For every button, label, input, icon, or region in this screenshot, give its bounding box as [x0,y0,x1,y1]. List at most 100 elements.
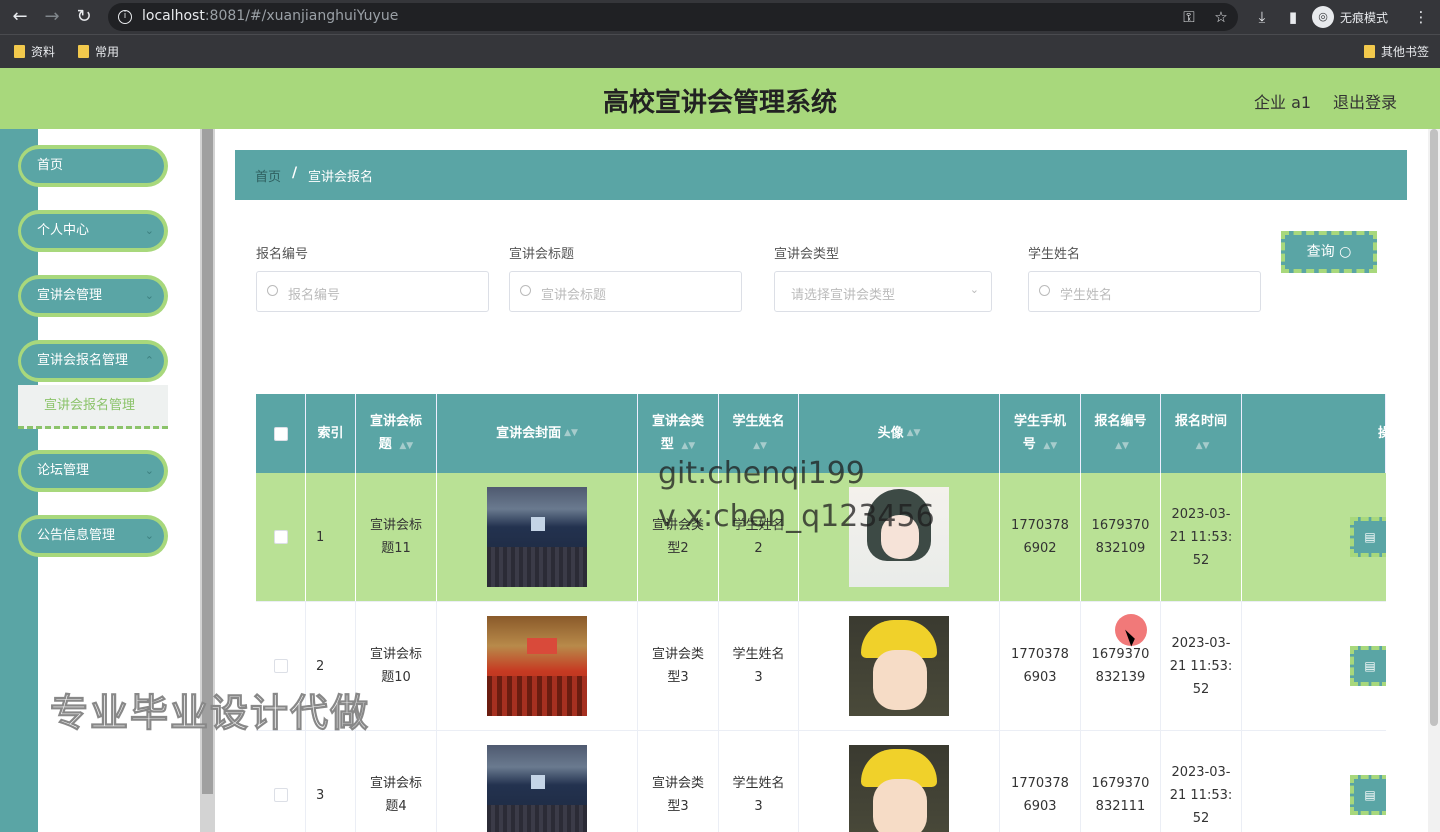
sidebar-item-event-management[interactable]: 宣讲会管理 ⌄ [18,275,168,317]
key-icon[interactable]: ⚿ [1178,6,1200,28]
breadcrumb-home[interactable]: 首页 [255,166,281,185]
download-icon[interactable]: ⤓ [1251,6,1273,28]
cell-student: 学生姓名2 [719,473,799,601]
cell-time: 2023-03-21 11:53:52 [1161,473,1242,601]
header-select-all[interactable] [256,394,306,473]
breadcrumb: 首页 / 宣讲会报名 [235,150,1407,200]
filter-label-reg-no: 报名编号 [256,247,309,262]
sort-icon: ▲▼ [564,428,578,438]
avatar [849,616,949,716]
bookmarks-bar: 资料 常用 其他书签 [0,34,1440,68]
row-checkbox[interactable] [273,659,288,673]
url-text: localhost:8081/#/xuanjianghuiYuyue [142,8,399,24]
back-icon[interactable]: ← [8,5,32,29]
address-bar-area: ← → ↻ i localhost:8081/#/xuanjianghuiYuy… [0,0,1440,34]
header-index: 索引 [306,394,356,473]
cell-type: 宣讲会类型2 [638,473,719,601]
user-name: 企业 a1 [1254,93,1312,112]
sort-icon: ▲▼ [399,440,414,451]
row-checkbox[interactable] [273,530,288,544]
header-phone[interactable]: 学生手机号 ▲▼ [1000,394,1081,473]
cell-type: 宣讲会类型3 [638,602,719,730]
reg-no-input[interactable]: 报名编号 [256,271,489,312]
detail-button[interactable]: ▤ [1350,775,1386,815]
folder-icon [1364,45,1375,58]
sort-icon: ▲▼ [906,428,921,438]
incognito-badge[interactable]: ◎ 无痕模式 [1312,5,1388,29]
cell-phone: 17703786903 [1000,731,1081,832]
menu-dots-icon[interactable]: ⋮ [1410,6,1432,28]
incognito-icon: ◎ [1312,6,1334,28]
type-select[interactable]: 请选择宣讲会类型 ⌄ [774,271,992,312]
table-row[interactable]: 2 宣讲会标题10 宣讲会类型3 学生姓名3 17703786903 16793… [256,602,1386,731]
sort-icon: ▲▼ [753,440,767,451]
filter-label-type: 宣讲会类型 [774,247,840,262]
forward-icon[interactable]: → [40,5,64,29]
sort-icon: ▲▼ [1115,440,1129,451]
cell-index: 3 [306,731,356,832]
query-button[interactable]: 查询 ○ [1281,231,1377,273]
row-checkbox[interactable] [273,788,288,802]
document-icon: ▤ [1364,530,1376,544]
cell-title: 宣讲会标题4 [356,731,437,832]
header-time[interactable]: 报名时间 ▲▼ [1161,394,1242,473]
chevron-up-icon: ⌃ [144,354,154,367]
sidebar-item-announcements[interactable]: 公告信息管理 ⌄ [18,515,168,557]
sidepanel-icon[interactable]: ▮ [1282,6,1304,28]
site-info-icon[interactable]: i [118,10,132,24]
cell-time: 2023-03-21 11:53:52 [1161,602,1242,730]
watermark-contact: v x:chen_q123456 [658,499,935,534]
avatar [849,745,949,832]
detail-button[interactable]: ▤ [1350,517,1386,557]
search-icon [1039,285,1050,296]
sidebar-item-profile[interactable]: 个人中心 ⌄ [18,210,168,252]
watermark-git: git:chenqi199 [658,456,865,491]
cell-phone: 17703786903 [1000,602,1081,730]
student-name-input[interactable]: 学生姓名 [1028,271,1261,312]
filter-label-title: 宣讲会标题 [509,247,575,262]
header-title[interactable]: 宣讲会标题 ▲▼ [356,394,437,473]
bookmark-folder-1[interactable]: 资料 [14,43,55,60]
app-header: 高校宣讲会管理系统 企业 a1 退出登录 [0,68,1440,129]
other-bookmarks[interactable]: 其他书签 [1364,43,1429,60]
breadcrumb-current: 宣讲会报名 [308,170,374,185]
chevron-down-icon: ⌄ [144,529,154,542]
search-icon: ○ [1339,244,1352,260]
cell-time: 2023-03-21 11:53:52 [1161,731,1242,832]
folder-icon [14,45,25,58]
search-icon [267,285,278,296]
select-all-checkbox[interactable] [273,426,288,441]
bookmark-folder-2[interactable]: 常用 [78,43,119,60]
page-title: 高校宣讲会管理系统 [602,88,837,118]
url-bar[interactable]: i localhost:8081/#/xuanjianghuiYuyue [108,3,1238,31]
detail-button[interactable]: ▤ [1350,646,1386,686]
chevron-down-icon: ⌄ [969,283,979,296]
submenu-item-registration[interactable]: 宣讲会报名管理 [18,385,168,429]
main-scrollbar[interactable] [1428,129,1440,832]
cell-student: 学生姓名3 [719,602,799,730]
sidebar-item-home[interactable]: 首页 [18,145,168,187]
reload-icon[interactable]: ↻ [72,5,96,29]
breadcrumb-separator: / [292,165,298,181]
sidebar-item-forum[interactable]: 论坛管理 ⌄ [18,450,168,492]
cell-index: 1 [306,473,356,601]
star-icon[interactable]: ☆ [1210,6,1232,28]
cover-image [487,616,587,716]
cover-image [487,745,587,832]
chevron-down-icon: ⌄ [144,224,154,237]
header-cover[interactable]: 宣讲会封面 ▲▼ [437,394,638,473]
table-row[interactable]: 1 宣讲会标题11 宣讲会类型2 学生姓名2 17703786902 16793… [256,473,1386,602]
sidebar-item-registration-management[interactable]: 宣讲会报名管理 ⌃ [18,340,168,382]
header-reg-no[interactable]: 报名编号 ▲▼ [1081,394,1161,473]
cell-reg-no: 1679370832109 [1081,473,1161,601]
logout-link[interactable]: 退出登录 [1333,89,1397,113]
title-input[interactable]: 宣讲会标题 [509,271,742,312]
chevron-down-icon: ⌄ [144,289,154,302]
filter-label-student: 学生姓名 [1028,247,1081,262]
table-row[interactable]: 3 宣讲会标题4 宣讲会类型3 学生姓名3 17703786903 167937… [256,731,1386,832]
cell-type: 宣讲会类型3 [638,731,719,832]
cell-title: 宣讲会标题11 [356,473,437,601]
watermark-promo: 专业毕业设计代做 [49,691,371,736]
scrollbar-thumb[interactable] [1430,129,1438,726]
cell-phone: 17703786902 [1000,473,1081,601]
